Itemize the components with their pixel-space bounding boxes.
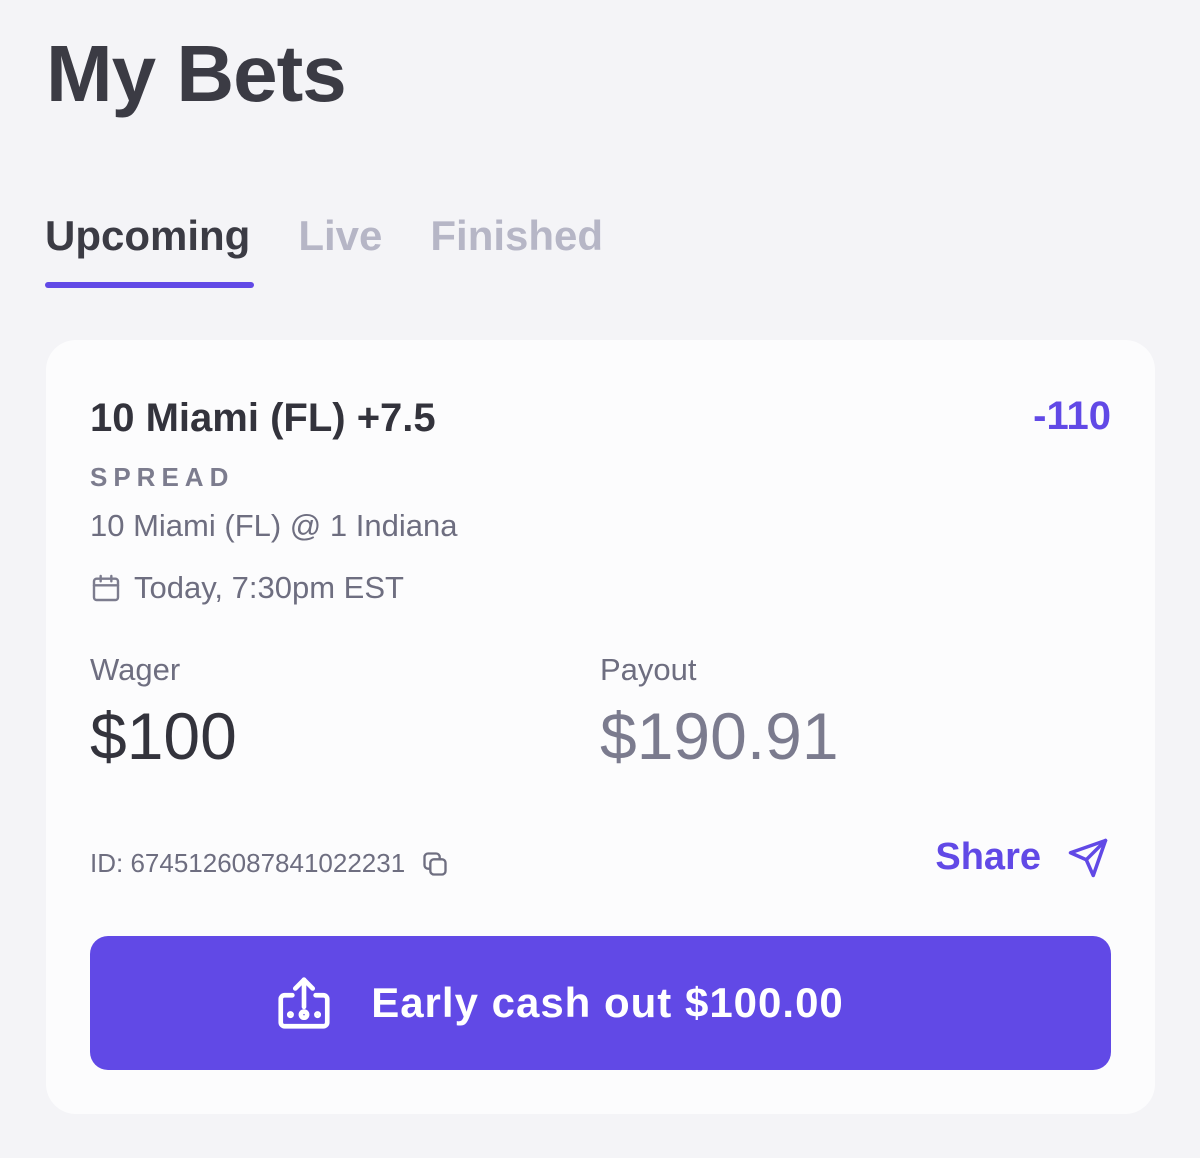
bet-selection-title: 10 Miami (FL) +7.5 [90,396,436,440]
cash-out-label: Early cash out $100.00 [371,979,844,1026]
wager-label: Wager [90,652,181,687]
copy-icon[interactable] [421,850,449,878]
early-cash-out-button[interactable]: Early cash out $100.00 [90,936,1111,1070]
bet-card[interactable]: 10 Miami (FL) +7.5 -110 SPREAD 10 Miami … [46,340,1155,1114]
wager-amount: $100 [90,699,237,773]
share-button[interactable]: Share [935,836,1109,879]
bet-tabs: Upcoming Live Finished [45,212,651,288]
bet-odds: -110 [1033,394,1111,438]
tab-upcoming[interactable]: Upcoming [45,212,255,288]
tab-finished[interactable]: Finished [430,212,603,288]
bet-id-text: ID: 6745126087841022231 [90,848,406,878]
calendar-icon [92,574,120,602]
tab-live[interactable]: Live [298,212,382,288]
cash-out-icon [278,977,330,1029]
matchup-text: 10 Miami (FL) @ 1 Indiana [90,508,458,543]
payout-amount: $190.91 [600,699,839,773]
event-datetime-text: Today, 7:30pm EST [134,570,404,605]
payout-label: Payout [600,652,697,687]
page-title: My Bets [46,29,347,118]
send-icon [1068,838,1108,877]
event-datetime: Today, 7:30pm EST [90,570,404,606]
share-label: Share [935,836,1041,878]
bet-id: ID: 6745126087841022231 [90,848,449,879]
bet-type-label: SPREAD [90,462,235,492]
